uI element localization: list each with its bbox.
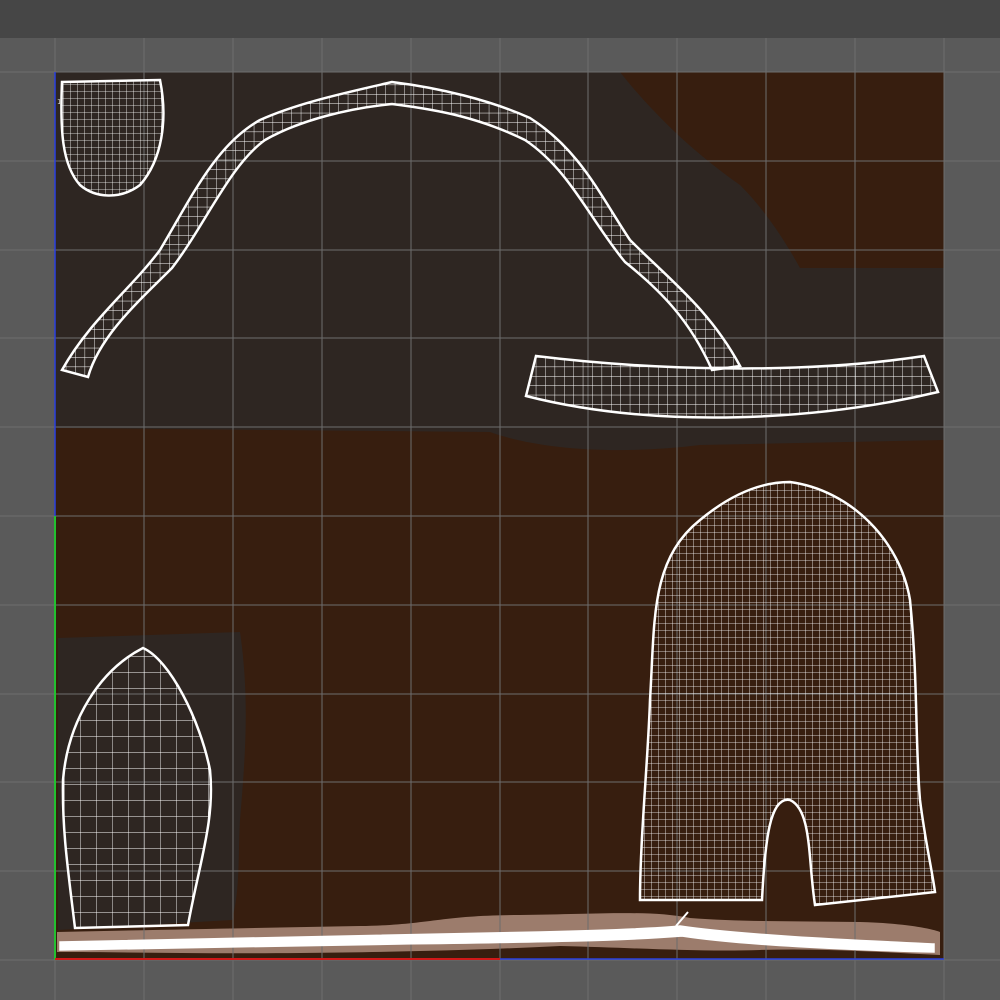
editor-header-bar [0,0,1000,39]
uv-editor-window: 1 [0,0,1000,1000]
uv-canvas[interactable] [0,38,1000,1000]
uv-tile-label: 1 [57,98,62,106]
uv-viewport[interactable]: 1 [0,38,1000,1000]
